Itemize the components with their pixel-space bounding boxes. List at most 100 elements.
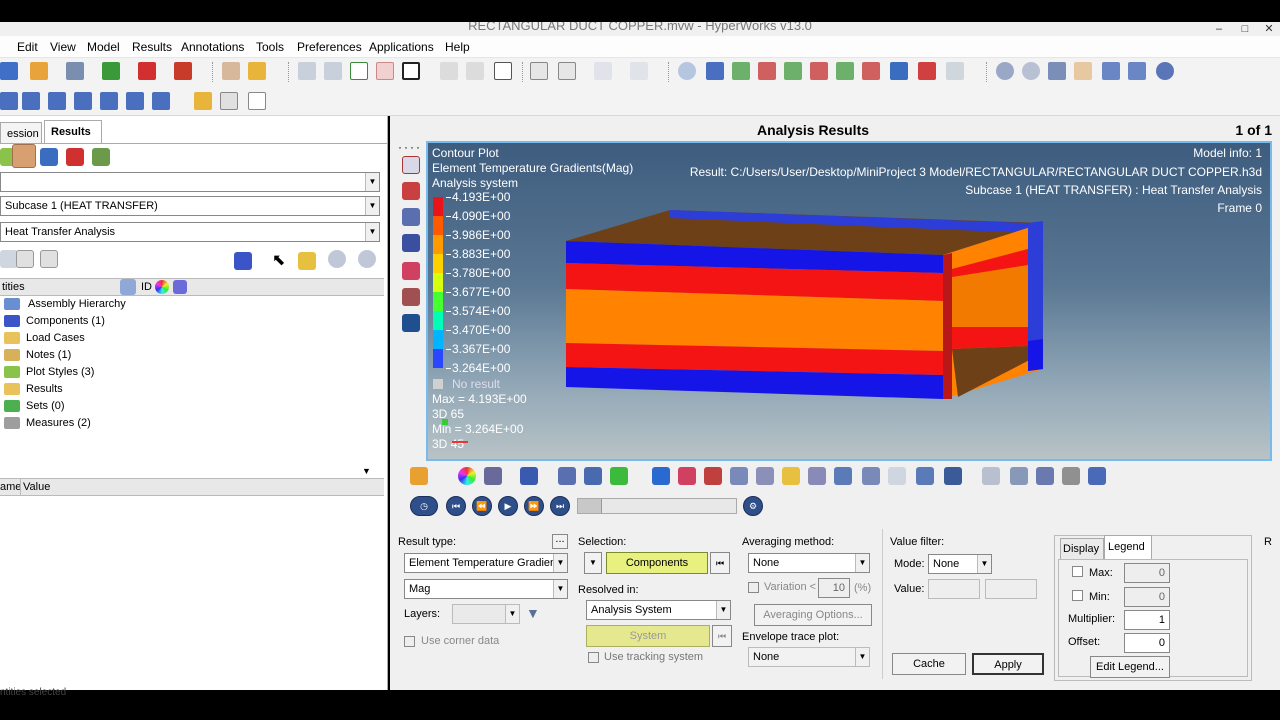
results-tool-icon[interactable] — [782, 467, 800, 485]
measure-tool-icon[interactable] — [402, 288, 420, 306]
iso-view-icon[interactable] — [890, 62, 908, 80]
window-layout-icon[interactable] — [440, 62, 458, 80]
results-tool-icon[interactable] — [584, 467, 602, 485]
user-icon[interactable] — [222, 62, 240, 80]
display-tool-icon[interactable] — [402, 314, 420, 332]
menu-preferences[interactable]: Preferences — [297, 40, 362, 54]
axes-y-icon[interactable] — [784, 62, 802, 80]
edit-legend-button[interactable]: Edit Legend... — [1090, 656, 1170, 678]
export-icon[interactable] — [102, 62, 120, 80]
axes-x-icon[interactable] — [732, 62, 750, 80]
color-column-icon[interactable] — [155, 280, 169, 294]
results-tool-icon[interactable] — [862, 467, 880, 485]
system-reset-button[interactable]: ⏮ — [712, 625, 732, 647]
filter-value-min-input[interactable] — [928, 579, 980, 599]
zoom-box-icon[interactable] — [996, 62, 1014, 80]
system-selector[interactable]: System — [586, 625, 710, 647]
tree-item-notes[interactable]: Notes (1) — [4, 349, 71, 365]
max-input[interactable]: 0 — [1124, 563, 1170, 583]
print-icon[interactable] — [248, 62, 266, 80]
menu-help[interactable]: Help — [445, 40, 470, 54]
copy-icon[interactable] — [594, 62, 612, 80]
results-tool-icon[interactable] — [888, 467, 906, 485]
result-type-browse-button[interactable]: ... — [552, 534, 568, 549]
publish-icon[interactable] — [174, 62, 192, 80]
axes-neg-y-icon[interactable] — [810, 62, 828, 80]
multiplier-input[interactable]: 1 — [1124, 610, 1170, 630]
analysis-dropdown[interactable]: Heat Transfer Analysis ▼ — [0, 222, 380, 242]
menu-applications[interactable]: Applications — [369, 40, 434, 54]
results-tool-icon[interactable] — [610, 467, 628, 485]
results-tool-icon[interactable] — [1088, 467, 1106, 485]
tensor-icon[interactable] — [92, 148, 110, 166]
cut-icon[interactable] — [530, 62, 548, 80]
results-tool-icon[interactable] — [1062, 467, 1080, 485]
info-icon[interactable] — [120, 279, 136, 295]
table-icon[interactable] — [220, 92, 238, 110]
sync-icon[interactable] — [466, 62, 484, 80]
components-reset-button[interactable]: ⏮ — [710, 552, 730, 574]
undo-icon[interactable] — [298, 62, 316, 80]
redo-icon[interactable] — [324, 62, 342, 80]
averaging-options-button[interactable]: Averaging Options... — [754, 604, 872, 626]
results-tool-icon[interactable] — [944, 467, 962, 485]
page-layout-icon[interactable] — [402, 62, 420, 80]
tab-session[interactable]: ession — [0, 122, 42, 144]
tree-item-assembly[interactable]: Assembly Hierarchy — [4, 298, 126, 314]
tab-results[interactable]: Results — [44, 120, 102, 144]
zoom-icon[interactable] — [678, 62, 696, 80]
results-tool-icon[interactable] — [834, 467, 852, 485]
name-column-header[interactable]: ame — [0, 481, 21, 493]
components-selector[interactable]: Components — [606, 552, 708, 574]
section-tool-icon[interactable] — [402, 208, 420, 226]
filter-funnel-icon[interactable]: ▼ — [526, 605, 540, 621]
tree-item-sets[interactable]: Sets (0) — [4, 400, 65, 416]
tree-collapse-icon[interactable] — [40, 250, 58, 268]
entities-column-header[interactable]: tities — [2, 281, 25, 293]
folder-icon[interactable] — [194, 92, 212, 110]
axes-neg-x-icon[interactable] — [758, 62, 776, 80]
eye-show-icon[interactable] — [358, 250, 376, 268]
tree-item-measures[interactable]: Measures (2) — [4, 417, 91, 433]
tree-item-results[interactable]: Results — [4, 383, 63, 399]
min-input[interactable]: 0 — [1124, 587, 1170, 607]
component-dropdown[interactable]: Mag ▼ — [404, 579, 568, 599]
reset-view-icon[interactable] — [918, 62, 936, 80]
import-results-icon[interactable] — [298, 252, 316, 270]
contour-active-icon[interactable] — [12, 144, 36, 168]
tree-item-components[interactable]: Components (1) — [4, 315, 105, 331]
menu-view[interactable]: View — [50, 40, 76, 54]
save-icon[interactable] — [30, 62, 48, 80]
maximize-button[interactable]: □ — [1232, 22, 1258, 36]
first-frame-button[interactable]: ⏮ — [446, 496, 466, 516]
results-tool-icon[interactable] — [558, 467, 576, 485]
menu-annotations[interactable]: Annotations — [181, 40, 244, 54]
results-tool-icon[interactable] — [410, 467, 428, 485]
value-column-header[interactable]: Value — [23, 481, 50, 493]
rotate-icon[interactable] — [1156, 62, 1174, 80]
import-icon[interactable] — [66, 62, 84, 80]
load-case-dropdown[interactable]: ▼ — [0, 172, 380, 192]
translate-icon[interactable] — [1102, 62, 1120, 80]
selection-dropdown-button[interactable]: ▼ — [584, 552, 602, 574]
vertical-translate-icon[interactable] — [1128, 62, 1146, 80]
subcase-dropdown[interactable]: Subcase 1 (HEAT TRANSFER) ▼ — [0, 196, 380, 216]
results-tool-icon[interactable] — [652, 467, 670, 485]
filter-value-max-input[interactable] — [985, 579, 1037, 599]
variation-checkbox[interactable] — [748, 582, 759, 593]
fit-icon[interactable] — [946, 62, 964, 80]
menu-tools[interactable]: Tools — [256, 40, 284, 54]
averaging-method-dropdown[interactable]: None ▼ — [748, 553, 870, 573]
move-icon[interactable] — [1048, 62, 1066, 80]
tracking-system-checkbox[interactable] — [588, 652, 599, 663]
capture-icon[interactable] — [494, 62, 512, 80]
vector-icon[interactable] — [66, 148, 84, 166]
tree-item-load-cases[interactable]: Load Cases — [4, 332, 85, 348]
results-tool-icon[interactable] — [756, 467, 774, 485]
apply-button[interactable]: Apply — [972, 653, 1044, 675]
element-icon[interactable] — [48, 92, 66, 110]
corner-data-checkbox[interactable] — [404, 636, 415, 647]
splitter-arrow-icon[interactable]: ▼ — [362, 466, 371, 476]
results-tool-icon[interactable] — [1010, 467, 1028, 485]
menu-model[interactable]: Model — [87, 40, 120, 54]
